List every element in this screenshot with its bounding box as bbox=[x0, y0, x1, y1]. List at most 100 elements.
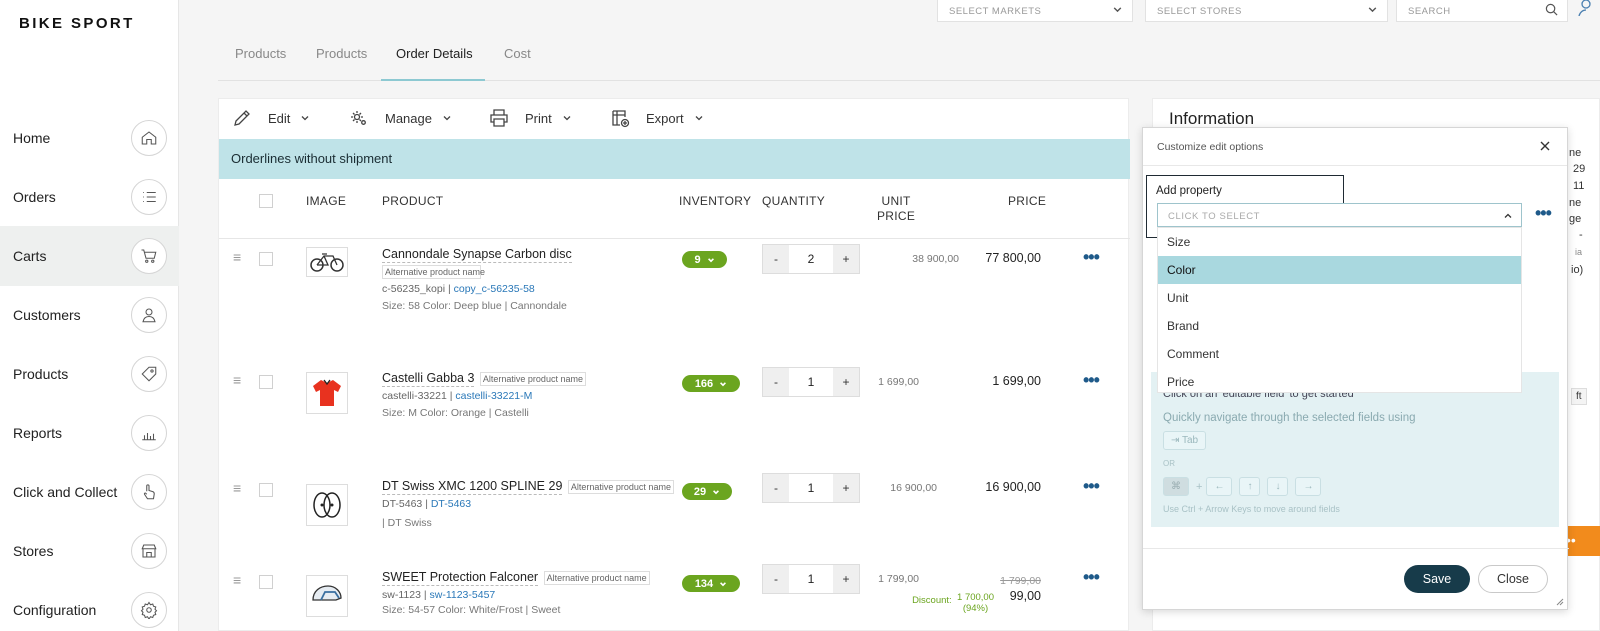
drag-handle-icon[interactable]: ≡ bbox=[233, 372, 241, 388]
product-sku-link[interactable]: copy_c-56235-58 bbox=[454, 283, 535, 295]
info-partial-text: io) bbox=[1571, 264, 1584, 276]
alt-product-name[interactable]: Alternative product name bbox=[543, 570, 650, 585]
search-icon[interactable] bbox=[1545, 3, 1558, 16]
product-sku-link[interactable]: castelli-33221-M bbox=[455, 390, 532, 402]
property-more-options-button[interactable]: ••• bbox=[1535, 203, 1552, 224]
sidebar-item-label: Orders bbox=[13, 189, 56, 205]
product-name[interactable]: DT Swiss XMC 1200 SPLINE 29 bbox=[382, 479, 563, 495]
sidebar-item-customers[interactable]: Customers bbox=[0, 285, 179, 345]
row-checkbox[interactable] bbox=[259, 252, 273, 266]
product-attributes: | DT Swiss bbox=[382, 516, 432, 529]
row-more-options-button[interactable]: ••• bbox=[1083, 370, 1100, 391]
arrow-up-key: ↑ bbox=[1239, 477, 1261, 496]
sidebar-item-carts[interactable]: Carts bbox=[0, 226, 179, 286]
alt-product-name[interactable]: Alternative product name bbox=[382, 265, 485, 279]
select-markets[interactable]: SELECT MARKETS bbox=[937, 0, 1133, 22]
increment-button[interactable]: + bbox=[833, 245, 859, 273]
product-attributes: Size: 54-57 Color: White/Frost | Sweet bbox=[382, 603, 561, 616]
select-all-checkbox[interactable] bbox=[259, 194, 273, 208]
row-checkbox[interactable] bbox=[259, 575, 273, 589]
tab-cost[interactable]: Cost bbox=[504, 46, 531, 81]
select-stores[interactable]: SELECT STORES bbox=[1145, 0, 1388, 22]
sidebar-item-stores[interactable]: Stores bbox=[0, 521, 179, 581]
tab-products-2[interactable]: Products bbox=[316, 46, 367, 81]
sidebar-item-configuration[interactable]: Configuration bbox=[0, 580, 179, 631]
product-attributes: Size: M Color: Orange | Castelli bbox=[382, 406, 529, 419]
row-more-options-button[interactable]: ••• bbox=[1083, 476, 1100, 497]
drag-handle-icon[interactable]: ≡ bbox=[233, 480, 241, 496]
product-name[interactable]: SWEET Protection Falconer bbox=[382, 570, 539, 586]
customize-edit-options-modal: Customize edit options Add property CLIC… bbox=[1142, 127, 1569, 610]
row-checkbox[interactable] bbox=[259, 483, 273, 497]
row-more-options-button[interactable]: ••• bbox=[1083, 567, 1100, 588]
app-logo[interactable]: BIKE SPORT bbox=[19, 15, 135, 32]
or-text: OR bbox=[1163, 459, 1175, 468]
decrement-button[interactable]: - bbox=[763, 565, 789, 593]
chevron-down-icon bbox=[301, 116, 309, 121]
inventory-badge[interactable]: 9 bbox=[682, 251, 727, 268]
option-color[interactable]: Color bbox=[1158, 256, 1521, 284]
option-price[interactable]: Price bbox=[1158, 368, 1521, 396]
print-menu-button[interactable]: Print bbox=[489, 107, 572, 129]
manage-menu-button[interactable]: Manage bbox=[349, 107, 452, 129]
jersey-icon bbox=[313, 379, 341, 406]
alt-product-name[interactable]: Alternative product name bbox=[567, 479, 674, 494]
product-cell: DT Swiss XMC 1200 SPLINE 29 Alternative … bbox=[382, 479, 674, 529]
edit-menu-button[interactable]: Edit bbox=[232, 107, 310, 129]
row-more-options-button[interactable]: ••• bbox=[1083, 247, 1100, 268]
info-partial-text: ia bbox=[1575, 247, 1583, 257]
drag-handle-icon[interactable]: ≡ bbox=[233, 249, 241, 265]
info-partial-button[interactable]: ft bbox=[1571, 388, 1587, 405]
decrement-button[interactable]: - bbox=[763, 368, 789, 396]
product-name[interactable]: Castelli Gabba 3 bbox=[382, 371, 475, 387]
add-property-select[interactable]: CLICK TO SELECT bbox=[1157, 203, 1522, 227]
tab-products-1[interactable]: Products bbox=[235, 46, 286, 81]
inventory-value: 29 bbox=[693, 485, 707, 498]
user-account-icon[interactable] bbox=[1578, 0, 1598, 16]
decrement-button[interactable]: - bbox=[763, 245, 789, 273]
inventory-badge[interactable]: 29 bbox=[682, 483, 732, 500]
chevron-down-icon bbox=[563, 116, 571, 121]
column-header-image: IMAGE bbox=[306, 194, 347, 208]
search-input[interactable]: SEARCH bbox=[1396, 0, 1568, 22]
modal-footer-divider bbox=[1143, 548, 1569, 549]
tab-order-details[interactable]: Order Details bbox=[381, 46, 485, 81]
option-unit[interactable]: Unit bbox=[1158, 284, 1521, 312]
product-sku-link[interactable]: sw-1123-5457 bbox=[429, 589, 495, 601]
cmd-key: ⌘ bbox=[1163, 477, 1189, 496]
sidebar-item-click-and-collect[interactable]: Click and Collect bbox=[0, 462, 179, 522]
sidebar-item-label: Configuration bbox=[13, 602, 97, 618]
drag-handle-icon[interactable]: ≡ bbox=[233, 572, 241, 588]
close-icon[interactable] bbox=[1537, 138, 1553, 154]
gear-icon bbox=[131, 592, 167, 628]
resize-handle-icon[interactable] bbox=[1556, 598, 1564, 606]
quantity-input[interactable]: 1 bbox=[789, 474, 833, 502]
export-sheet-icon bbox=[612, 110, 630, 128]
decrement-button[interactable]: - bbox=[763, 474, 789, 502]
option-brand[interactable]: Brand bbox=[1158, 312, 1521, 340]
export-menu-button[interactable]: Export bbox=[610, 107, 704, 129]
product-image bbox=[306, 247, 348, 277]
close-button[interactable]: Close bbox=[1478, 565, 1548, 593]
sidebar-item-reports[interactable]: Reports bbox=[0, 403, 179, 463]
option-comment[interactable]: Comment bbox=[1158, 340, 1521, 368]
quantity-input[interactable]: 2 bbox=[789, 245, 833, 273]
sidebar-item-home[interactable]: Home bbox=[0, 108, 179, 168]
chevron-down-icon bbox=[443, 116, 451, 121]
product-sku-link[interactable]: DT-5463 bbox=[431, 498, 471, 510]
sidebar-item-products[interactable]: Products bbox=[0, 344, 179, 404]
user-icon bbox=[131, 297, 167, 333]
product-name[interactable]: Cannondale Synapse Carbon disc bbox=[382, 247, 572, 263]
information-title: Information bbox=[1169, 109, 1255, 128]
sidebar-item-orders[interactable]: Orders bbox=[0, 167, 179, 227]
inventory-badge[interactable]: 134 bbox=[682, 575, 740, 592]
chevron-down-icon bbox=[1113, 7, 1122, 13]
bar-chart-icon bbox=[131, 415, 167, 451]
product-sku: castelli-33221 bbox=[382, 389, 447, 402]
option-size[interactable]: Size bbox=[1158, 228, 1521, 256]
inventory-badge[interactable]: 166 bbox=[682, 375, 740, 392]
row-checkbox[interactable] bbox=[259, 375, 273, 389]
alt-product-name[interactable]: Alternative product name bbox=[479, 371, 586, 386]
save-button[interactable]: Save bbox=[1404, 565, 1470, 593]
sidebar-item-label: Home bbox=[13, 130, 51, 146]
